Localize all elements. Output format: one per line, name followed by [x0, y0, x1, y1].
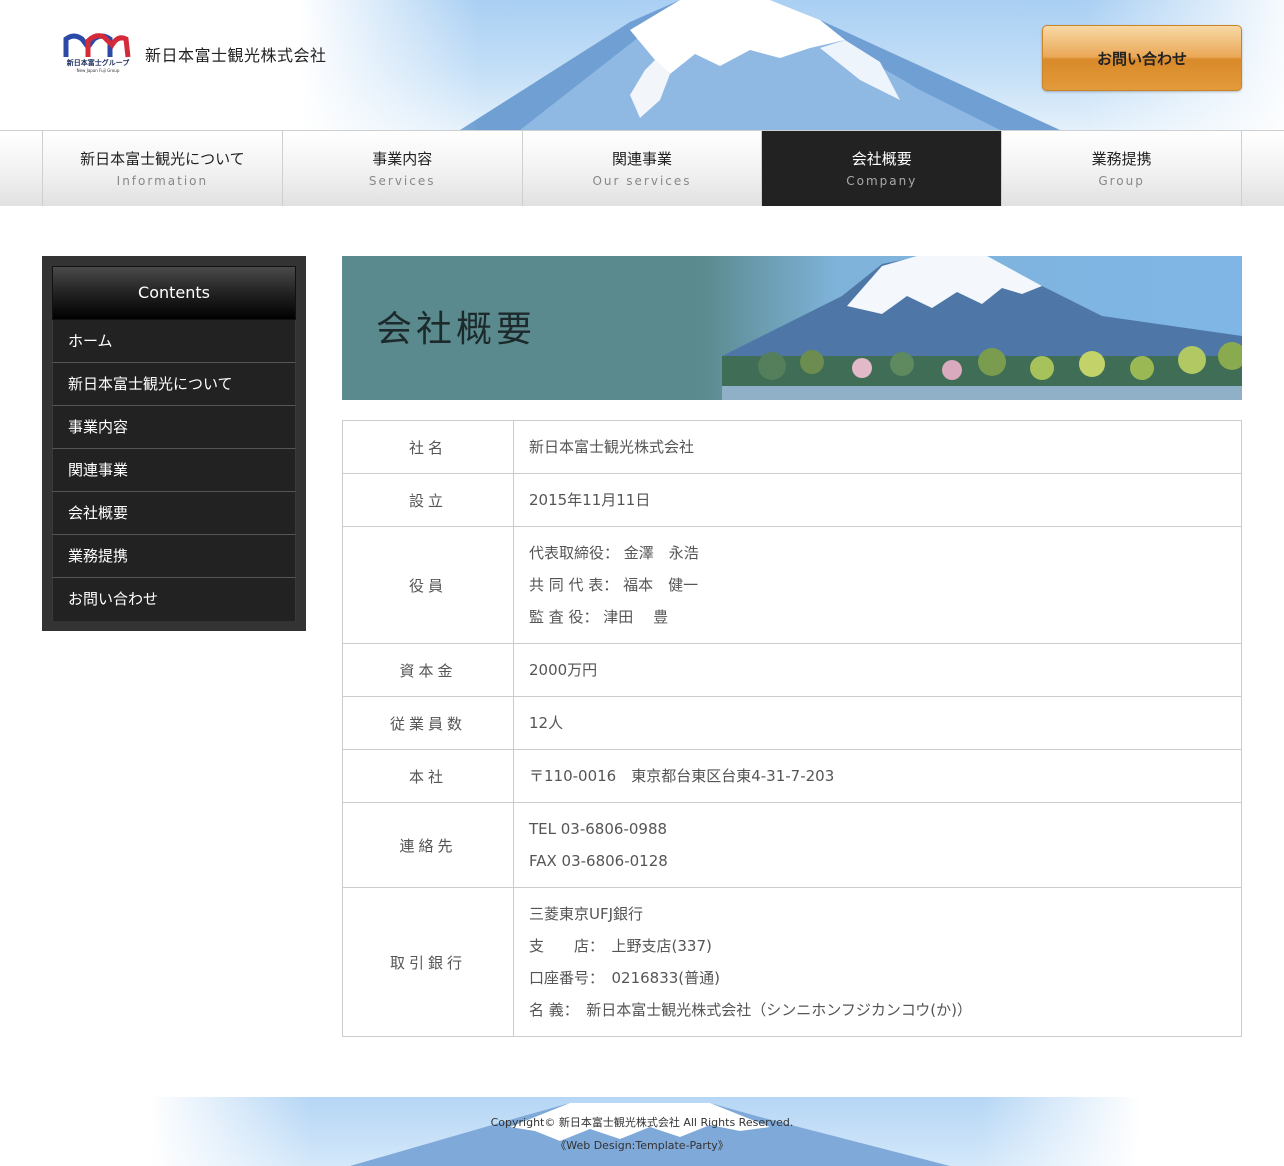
value-line: 〒110-0016 東京都台東区台東4-31-7-203 — [529, 767, 835, 785]
sidebar: Contents ホーム 新日本富士観光について 事業内容 関連事業 会社概要 … — [42, 256, 306, 631]
design-credit-link[interactable]: 《Web Design:Template-Party》 — [0, 1137, 1284, 1153]
row-value: 12人 — [513, 696, 1242, 750]
row-value: 三菱東京UFJ銀行 支 店： 上野支店(337) 口座番号： 0216833(普… — [513, 887, 1242, 1037]
row-label: 本社 — [342, 749, 514, 803]
sidebar-item-home[interactable]: ホーム — [52, 320, 296, 363]
value-line: 名 義： 新日本富士観光株式会社（シンニホンフジカンコウ(か)） — [529, 1001, 972, 1019]
nav-item-label: 業務提携 — [1091, 150, 1152, 168]
value-line: 2000万円 — [529, 661, 598, 679]
row-value: 代表取締役： 金澤 永浩 共 同 代 表： 福本 健一 監 査 役： 津田 豊 — [513, 526, 1242, 644]
row-value: 2015年11月11日 — [513, 473, 1242, 527]
nav-item-sublabel: Information — [116, 174, 209, 188]
nav-item-services[interactable]: 事業内容 Services — [283, 131, 523, 206]
table-row: 連絡先 TEL 03-6806-0988 FAX 03-6806-0128 — [342, 802, 1242, 888]
value-line: 12人 — [529, 714, 564, 732]
table-row: 本社 〒110-0016 東京都台東区台東4-31-7-203 — [342, 749, 1242, 803]
table-row: 従業員数 12人 — [342, 696, 1242, 750]
value-line: FAX 03-6806-0128 — [529, 852, 668, 870]
nav-item-our-services[interactable]: 関連事業 Our services — [523, 131, 763, 206]
table-row: 役員 代表取締役： 金澤 永浩 共 同 代 表： 福本 健一 監 査 役： 津田… — [342, 526, 1242, 644]
value-line: 支 店： 上野支店(337) — [529, 937, 712, 955]
site-footer: Copyright© 新日本富士観光株式会社 All Rights Reserv… — [0, 1097, 1284, 1166]
nav-item-label: 事業内容 — [372, 150, 433, 168]
value-line: 三菱東京UFJ銀行 — [529, 905, 644, 923]
value-line: TEL 03-6806-0988 — [529, 820, 668, 838]
nav-item-company[interactable]: 会社概要 Company — [762, 131, 1003, 206]
row-label: 社名 — [342, 420, 514, 474]
sidebar-item-information[interactable]: 新日本富士観光について — [52, 363, 296, 406]
row-value: 〒110-0016 東京都台東区台東4-31-7-203 — [513, 749, 1242, 803]
sidebar-item-services[interactable]: 事業内容 — [52, 406, 296, 449]
nav-item-information[interactable]: 新日本富士観光について Information — [43, 131, 283, 206]
nav-item-sublabel: Services — [368, 174, 436, 188]
nav-item-label: 関連事業 — [611, 150, 672, 168]
row-label: 役員 — [342, 526, 514, 644]
nav-list: 新日本富士観光について Information 事業内容 Services 関連… — [42, 131, 1242, 206]
row-label: 設立 — [342, 473, 514, 527]
row-value: 新日本富士観光株式会社 — [513, 420, 1242, 474]
main-navigation: 新日本富士観光について Information 事業内容 Services 関連… — [0, 130, 1284, 206]
sidebar-item-company[interactable]: 会社概要 — [52, 492, 296, 535]
table-row: 設立 2015年11月11日 — [342, 473, 1242, 527]
row-label: 資本金 — [342, 643, 514, 697]
nav-item-sublabel: Our services — [592, 174, 692, 188]
value-line: 口座番号： 0216833(普通) — [529, 969, 721, 987]
row-label: 取引銀行 — [342, 887, 514, 1037]
sidebar-item-contact[interactable]: お問い合わせ — [52, 578, 296, 621]
footer-mountain-image — [150, 1097, 1140, 1166]
nav-item-label: 会社概要 — [851, 150, 912, 168]
page-banner: 会社概要 — [342, 256, 1242, 400]
logo-text: 新日本富士グループ — [66, 59, 130, 67]
sidebar-title: Contents — [52, 266, 296, 320]
value-line: 新日本富士観光株式会社 — [529, 438, 695, 456]
nav-item-sublabel: Company — [846, 174, 918, 188]
sidebar-menu: ホーム 新日本富士観光について 事業内容 関連事業 会社概要 業務提携 お問い合… — [52, 320, 296, 621]
company-name[interactable]: 新日本富士観光株式会社 — [145, 42, 327, 66]
row-value: 2000万円 — [513, 643, 1242, 697]
table-row: 社名 新日本富士観光株式会社 — [342, 420, 1242, 474]
value-line: 2015年11月11日 — [529, 491, 651, 509]
value-line: 共 同 代 表： 福本 健一 — [529, 576, 699, 594]
company-info-table: 社名 新日本富士観光株式会社 設立 2015年11月11日 役員 代表取締役： … — [342, 420, 1242, 1037]
nav-item-label: 新日本富士観光について — [80, 150, 245, 168]
contact-button[interactable]: お問い合わせ — [1042, 25, 1242, 91]
table-row: 資本金 2000万円 — [342, 643, 1242, 697]
sidebar-item-group[interactable]: 業務提携 — [52, 535, 296, 578]
value-line: 代表取締役： 金澤 永浩 — [529, 544, 699, 562]
row-label: 従業員数 — [342, 696, 514, 750]
logo-subtext: New Japan Fuji Group — [76, 68, 120, 73]
value-line: 監 査 役： 津田 豊 — [529, 608, 669, 626]
page-title: 会社概要 — [376, 309, 537, 350]
row-value: TEL 03-6806-0988 FAX 03-6806-0128 — [513, 802, 1242, 888]
copyright-text: Copyright© 新日本富士観光株式会社 All Rights Reserv… — [490, 1116, 794, 1129]
row-label: 連絡先 — [342, 802, 514, 888]
sidebar-item-related-business[interactable]: 関連事業 — [52, 449, 296, 492]
nav-item-group[interactable]: 業務提携 Group — [1002, 131, 1242, 206]
site-header: 新日本富士グループ New Japan Fuji Group 新日本富士観光株式… — [0, 0, 1284, 130]
nav-item-sublabel: Group — [1098, 174, 1145, 188]
table-row: 取引銀行 三菱東京UFJ銀行 支 店： 上野支店(337) 口座番号： 0216… — [342, 887, 1242, 1037]
